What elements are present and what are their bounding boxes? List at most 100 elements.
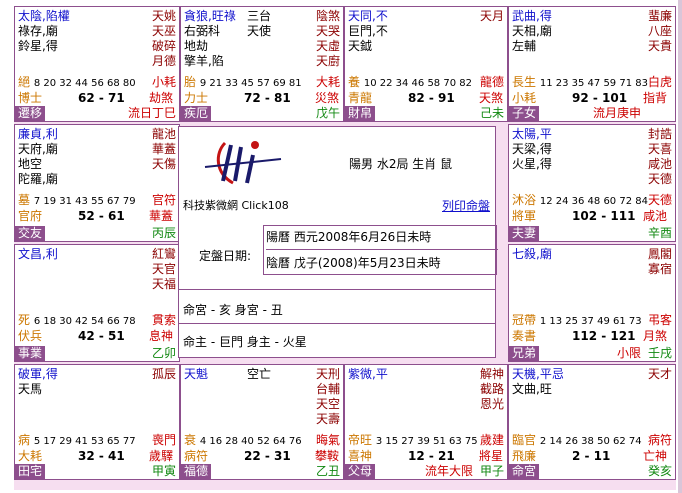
palace-cell-shen: 武曲,得 天相,廟 左輔 蜚廉 八座 天貴 長生 11 23 35 47 59 71 83 白… bbox=[508, 6, 676, 122]
decade-row: 小耗 92 - 101 指背 bbox=[512, 91, 667, 105]
solar-date: 陽曆 西元2008年6月26日未時 bbox=[266, 230, 432, 244]
center-info-panel: 科技紫微網 Click108 陽男 水2局 生肖 鼠 列印命盤 定盤日期: 陽曆… bbox=[178, 126, 498, 358]
god-label: 病符 bbox=[184, 449, 209, 463]
main-stars: 破軍,得 天馬 bbox=[18, 367, 58, 397]
date-label: 定盤日期: bbox=[199, 249, 252, 263]
aux-stars: 龍池 華蓋 天傷 bbox=[152, 127, 176, 172]
age-list: 11 23 35 47 59 71 83 bbox=[539, 78, 648, 89]
minor-god: 月煞 bbox=[642, 329, 667, 343]
palace-name[interactable]: 福德 bbox=[181, 464, 212, 479]
flow-label: 流日丁巳 bbox=[127, 106, 176, 120]
decade-row: 飛廉 2 - 11 亡神 bbox=[512, 449, 667, 463]
palace-name[interactable]: 田宅 bbox=[15, 464, 46, 479]
god-label: 奏書 bbox=[512, 329, 537, 343]
stage-label: 胎 bbox=[184, 75, 200, 89]
palace-footer: 父母 甲子 流年大限 bbox=[345, 464, 507, 479]
palace-name[interactable]: 財帛 bbox=[345, 106, 376, 121]
aux-stars: 天刑 台輔 天空 天壽 bbox=[316, 367, 340, 427]
scrollbar[interactable] bbox=[678, 0, 682, 493]
star-label: 廉貞,利 bbox=[18, 127, 58, 141]
star-label: 火星,得 bbox=[512, 157, 552, 171]
age-numbers: 臨官 2 14 26 38 50 62 74 bbox=[512, 433, 642, 449]
star-label: 月德 bbox=[151, 54, 176, 68]
star-label: 龍池 bbox=[151, 127, 176, 141]
age-numbers: 胎 9 21 33 45 57 69 81 bbox=[184, 75, 302, 91]
god-label: 青龍 bbox=[348, 91, 373, 105]
star-label: 擎羊,陷 bbox=[184, 54, 224, 68]
palace-footer: 夫妻 辛酉 bbox=[509, 226, 675, 241]
stage-label: 長生 bbox=[512, 75, 540, 89]
star-label: 天府,廟 bbox=[18, 142, 58, 156]
minor-stars: 三台 天使 bbox=[247, 9, 271, 39]
star-label: 破碎 bbox=[151, 39, 176, 53]
palace-name[interactable]: 命宮 bbox=[509, 464, 540, 479]
palace-name[interactable]: 遷移 bbox=[15, 106, 46, 121]
star-label: 天相,廟 bbox=[512, 24, 552, 38]
star-label: 陰煞 bbox=[315, 9, 340, 23]
palace-name[interactable]: 夫妻 bbox=[509, 226, 540, 241]
age-numbers: 冠帶 1 13 25 37 49 61 73 bbox=[512, 313, 642, 329]
decade-range: 102 - 111 bbox=[572, 209, 636, 223]
decade-row: 喜神 12 - 21 將星 bbox=[348, 449, 503, 463]
decade-row: 大耗 32 - 41 歲驛 bbox=[18, 449, 173, 463]
print-chart-link[interactable]: 列印命盤 bbox=[442, 197, 490, 214]
palace-name[interactable]: 事業 bbox=[15, 346, 46, 361]
palace-cell-you: 太陽,平 天梁,得 火星,得 封誥 天喜 咸池 天德 沐浴 12 24 36 48 60 72… bbox=[508, 124, 676, 242]
age-numbers: 絕 8 20 32 44 56 68 80 bbox=[18, 75, 136, 91]
age-list: 7 19 31 43 55 67 79 bbox=[33, 196, 136, 207]
star-label: 台輔 bbox=[315, 382, 340, 396]
decade-range: 92 - 101 bbox=[572, 91, 628, 105]
star-label: 鳳閣 bbox=[647, 247, 672, 261]
decade-row: 博士 62 - 71 劫煞 bbox=[18, 91, 173, 105]
stage-label: 病 bbox=[18, 433, 34, 447]
decade-range: 52 - 61 bbox=[78, 209, 125, 223]
divider bbox=[179, 289, 495, 290]
star-label: 天鉞 bbox=[348, 39, 373, 53]
god-label: 飛廉 bbox=[512, 449, 537, 463]
limit-label: 流年大限 bbox=[424, 464, 473, 478]
aux-stars: 孤辰 bbox=[152, 367, 176, 382]
minor-god: 指背 bbox=[642, 91, 667, 105]
aux-stars: 封誥 天喜 咸池 天德 bbox=[648, 127, 672, 187]
age-list: 4 16 28 40 52 64 76 bbox=[199, 436, 302, 447]
palace-name[interactable]: 疾厄 bbox=[181, 106, 212, 121]
heavenly-stem: 乙丑 bbox=[315, 464, 340, 478]
minor-god: 息神 bbox=[148, 329, 173, 343]
star-label: 文曲,旺 bbox=[512, 382, 552, 396]
palace-name[interactable]: 交友 bbox=[15, 226, 46, 241]
age-list: 10 22 34 46 58 70 82 bbox=[363, 78, 472, 89]
palace-name[interactable]: 父母 bbox=[345, 464, 376, 479]
star-label: 紅鸞 bbox=[151, 247, 176, 261]
heavenly-stem: 戊午 bbox=[315, 106, 340, 120]
star-label: 陀羅,廟 bbox=[18, 172, 58, 186]
decade-range: 62 - 71 bbox=[78, 91, 125, 105]
extra-star: 貫索 bbox=[151, 313, 176, 327]
decade-range: 42 - 51 bbox=[78, 329, 125, 343]
god-label: 伏兵 bbox=[18, 329, 43, 343]
star-label: 封誥 bbox=[647, 127, 672, 141]
age-list: 6 18 30 42 54 66 78 bbox=[33, 316, 136, 327]
decade-range: 22 - 31 bbox=[244, 449, 291, 463]
click108-logo[interactable] bbox=[185, 133, 303, 193]
age-numbers: 帝旺 3 15 27 39 51 63 75 bbox=[348, 433, 478, 449]
palace-name[interactable]: 子女 bbox=[509, 106, 540, 121]
age-numbers: 死 6 18 30 42 54 66 78 bbox=[18, 313, 136, 329]
star-label: 天姚 bbox=[151, 9, 176, 23]
star-label: 天機,平忌 bbox=[512, 367, 564, 381]
age-list: 9 21 33 45 57 69 81 bbox=[199, 78, 302, 89]
star-label: 右弼科 bbox=[184, 24, 221, 38]
aux-stars: 蜚廉 八座 天貴 bbox=[648, 9, 672, 54]
palace-name[interactable]: 兄弟 bbox=[509, 346, 540, 361]
star-label: 截路 bbox=[479, 382, 504, 396]
heavenly-stem: 乙卯 bbox=[151, 346, 176, 360]
extra-star: 喪門 bbox=[151, 433, 176, 447]
star-label: 地劫 bbox=[184, 39, 209, 53]
palace-footer: 事業 乙卯 bbox=[15, 346, 179, 361]
stage-label: 墓 bbox=[18, 193, 34, 207]
stage-label: 臨官 bbox=[512, 433, 540, 447]
decade-row: 伏兵 42 - 51 息神 bbox=[18, 329, 173, 343]
palace-footer: 遷移 流日丁巳 bbox=[15, 106, 179, 121]
aux-stars: 陰煞 天哭 天虛 天廚 bbox=[316, 9, 340, 69]
star-label: 華蓋 bbox=[151, 142, 176, 156]
heavenly-stem: 癸亥 bbox=[647, 464, 672, 478]
